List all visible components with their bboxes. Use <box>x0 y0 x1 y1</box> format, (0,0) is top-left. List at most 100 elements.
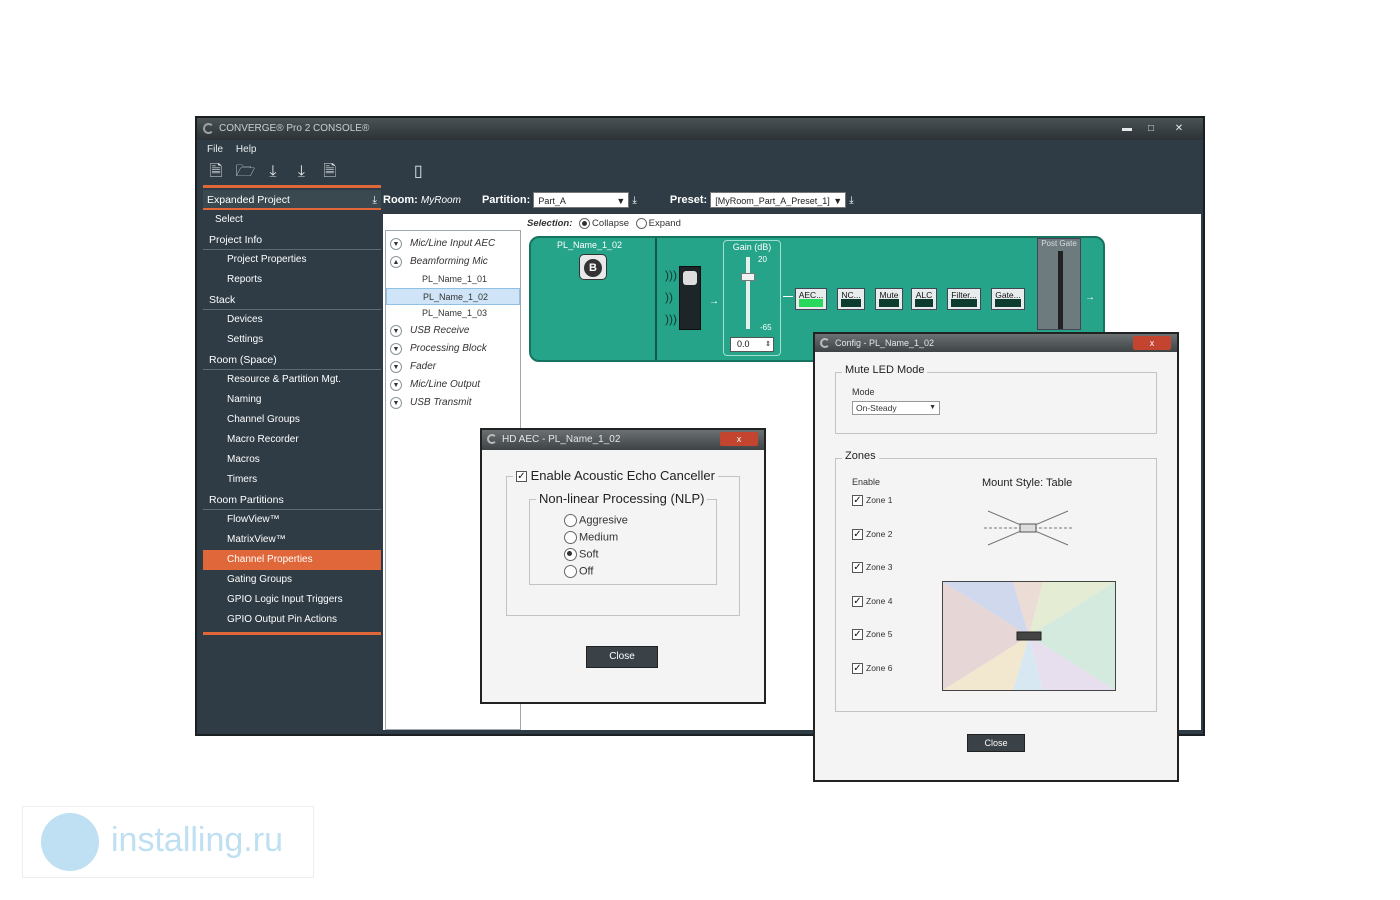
zone-row[interactable]: ✓ Zone 3 <box>852 562 892 596</box>
sidebar-item-naming[interactable]: Naming <box>203 390 381 410</box>
zone-row[interactable]: ✓ Zone 2 <box>852 529 892 563</box>
preset-select[interactable]: [MyRoom_Part_A_Preset_1] ▼ <box>710 192 847 209</box>
nlp-legend: Non-linear Processing (NLP) <box>536 491 708 506</box>
zone-row[interactable]: ✓ Zone 1 <box>852 495 892 529</box>
sidebar-item-gating-groups[interactable]: Gating Groups <box>203 570 381 590</box>
block-button-aec[interactable]: AEC... <box>795 288 827 310</box>
sidebar-item-gpio-output-pin-actions[interactable]: GPIO Output Pin Actions <box>203 610 381 630</box>
chevron-down-icon[interactable]: ▼ <box>390 361 402 373</box>
sidebar-item-project-info[interactable]: Project Info <box>203 230 381 250</box>
nlp-radio[interactable] <box>564 531 577 544</box>
sidebar-item-room-space[interactable]: Room (Space) <box>203 350 381 370</box>
mic-pattern-icon <box>984 510 1072 546</box>
tree-rows: ▼ Mic/Line Input AEC ▲ Beamforming Mic PL_Na… <box>386 231 520 412</box>
block-button-filter[interactable]: Filter... <box>947 288 981 310</box>
sidebar-item-gpio-logic-input-triggers[interactable]: GPIO Logic Input Triggers <box>203 590 381 610</box>
zone-checkbox[interactable]: ✓ <box>852 528 863 540</box>
close-window-button[interactable]: ✕ <box>1169 121 1189 136</box>
sidebar-item-macros[interactable]: Macros <box>203 450 381 470</box>
sidebar-item-channel-properties[interactable]: Channel Properties <box>203 550 381 570</box>
zone-checkbox[interactable]: ✓ <box>852 629 863 641</box>
mode-label: Mode <box>852 387 875 397</box>
nlp-option[interactable]: Aggresive <box>564 514 628 531</box>
maximize-button[interactable]: □ <box>1141 121 1161 136</box>
nlp-option[interactable]: Medium <box>564 531 628 548</box>
config-close-button[interactable]: Close <box>967 734 1025 752</box>
tree-label: PL_Name_1_02 <box>423 292 489 302</box>
sidebar-item-project-properties[interactable]: Project Properties <box>203 250 381 270</box>
tree-group[interactable]: ▼ Mic/Line Input AEC <box>386 235 520 253</box>
chevron-down-icon[interactable]: ▼ <box>390 379 402 391</box>
tree-group[interactable]: ▼ Processing Block <box>386 340 520 358</box>
sidebar-item-stack[interactable]: Stack <box>203 290 381 310</box>
tree-item[interactable]: PL_Name_1_03 <box>386 305 520 322</box>
collapse-radio[interactable] <box>579 218 591 229</box>
sidebar-item-room-partitions[interactable]: Room Partitions <box>203 490 381 510</box>
block-button-mute[interactable]: Mute <box>875 288 903 310</box>
zone-checkbox[interactable]: ✓ <box>852 595 863 607</box>
menu-file[interactable]: File <box>207 144 223 155</box>
aec-close-button[interactable]: Close <box>586 646 658 668</box>
tree-group[interactable]: ▼ Fader <box>386 358 520 376</box>
tree-item[interactable]: PL_Name_1_02 <box>386 288 520 305</box>
download-icon[interactable]: ⤓ <box>264 162 282 182</box>
sidebar-item-settings[interactable]: Settings <box>203 330 381 350</box>
block-button-alc[interactable]: ALC <box>911 288 937 310</box>
download-all-icon[interactable]: ⤓ <box>292 162 310 182</box>
zone-row[interactable]: ✓ Zone 4 <box>852 596 892 630</box>
nlp-radio[interactable] <box>564 565 577 578</box>
status-led <box>915 299 933 307</box>
nlp-option[interactable]: Soft <box>564 548 628 565</box>
new-project-icon[interactable]: 🗎 <box>207 162 225 182</box>
spinner-icon[interactable]: ⇕ <box>765 338 771 351</box>
block-button-nc[interactable]: NC... <box>837 288 865 310</box>
nlp-option[interactable]: Off <box>564 565 628 582</box>
expand-radio[interactable] <box>635 218 647 229</box>
tree-group[interactable]: ▼ USB Transmit <box>386 394 520 412</box>
block-button-gate[interactable]: Gate... <box>991 288 1025 310</box>
chevron-down-icon[interactable]: ▼ <box>390 343 402 355</box>
sidebar-item-channel-groups[interactable]: Channel Groups <box>203 410 381 430</box>
pin-icon[interactable]: ⤓ <box>632 195 636 206</box>
nlp-radio[interactable] <box>564 514 577 527</box>
menu-help[interactable]: Help <box>236 144 257 155</box>
sidebar-item-macro-recorder[interactable]: Macro Recorder <box>203 430 381 450</box>
zone-checkbox[interactable]: ✓ <box>852 662 863 674</box>
pin-icon[interactable]: ⤓ <box>372 190 377 210</box>
beam-badge[interactable]: B <box>579 254 607 280</box>
zone-row[interactable]: ✓ Zone 5 <box>852 629 892 663</box>
gain-fader[interactable]: Gain (dB) 20 -65 0.0 ⇕ <box>723 240 781 356</box>
zone-checkbox[interactable]: ✓ <box>852 562 863 574</box>
document-search-icon[interactable]: 🗎 <box>321 162 339 182</box>
zone-row[interactable]: ✓ Zone 6 <box>852 663 892 697</box>
sidebar-item-devices[interactable]: Devices <box>203 310 381 330</box>
device-icon[interactable]: ▯ <box>409 162 427 182</box>
aec-close-x-button[interactable]: x <box>720 432 758 446</box>
tree-group[interactable]: ▼ Mic/Line Output <box>386 376 520 394</box>
chevron-down-icon[interactable]: ▼ <box>390 397 402 409</box>
gain-thumb[interactable] <box>741 273 755 281</box>
sidebar-item-reports[interactable]: Reports <box>203 270 381 290</box>
tree-group[interactable]: ▲ Beamforming Mic <box>386 253 520 271</box>
open-folder-icon[interactable]: 🗁 <box>235 162 255 182</box>
sidebar-item-flowview[interactable]: FlowView™ <box>203 510 381 530</box>
minimize-button[interactable]: ▬ <box>1117 121 1137 136</box>
partition-select[interactable]: Part_A ▼ <box>533 192 630 209</box>
sidebar-item-select[interactable]: Select <box>203 210 381 230</box>
chevron-up-icon[interactable]: ▲ <box>390 256 402 268</box>
enable-aec-checkbox[interactable]: ✓ <box>516 471 527 483</box>
chevron-down-icon[interactable]: ▼ <box>390 325 402 337</box>
gain-input[interactable]: 0.0 ⇕ <box>730 337 774 352</box>
zone-checkbox[interactable]: ✓ <box>852 495 863 507</box>
nlp-radio[interactable] <box>564 548 577 561</box>
status-led <box>951 299 977 307</box>
sidebar-item-matrixview[interactable]: MatrixView™ <box>203 530 381 550</box>
chevron-down-icon[interactable]: ▼ <box>390 238 402 250</box>
config-close-x-button[interactable]: x <box>1133 336 1171 350</box>
pin-icon[interactable]: ⤓ <box>849 195 853 206</box>
sidebar-item-resource-partition-mgt[interactable]: Resource & Partition Mgt. <box>203 370 381 390</box>
sidebar-item-timers[interactable]: Timers <box>203 470 381 490</box>
mode-select[interactable]: On-Steady ▼ <box>852 401 940 415</box>
tree-item[interactable]: PL_Name_1_01 <box>386 271 520 288</box>
tree-group[interactable]: ▼ USB Receive <box>386 322 520 340</box>
